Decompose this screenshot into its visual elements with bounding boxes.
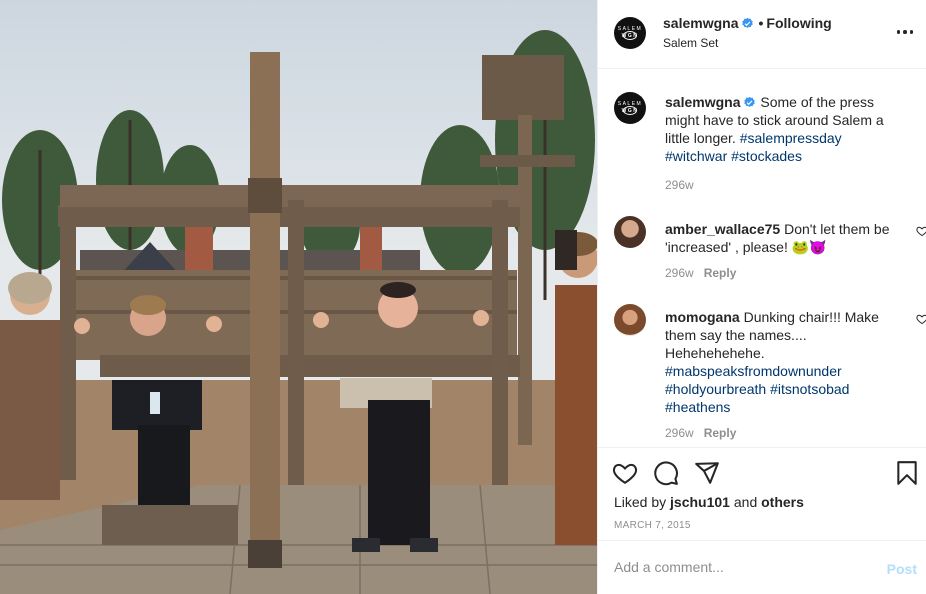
caption-timestamp[interactable]: 296w [665,178,694,192]
heart-icon[interactable] [612,460,638,486]
heart-icon[interactable] [916,225,926,237]
reply-button[interactable]: Reply [704,266,737,280]
location-link[interactable]: Salem Set [663,36,718,50]
caption: SALEM WGN salemwgna Some of the press mi… [614,92,914,202]
caption-text: salemwgna Some of the press might have t… [665,93,905,165]
bookmark-icon[interactable] [894,460,920,486]
post-date[interactable]: MARCH 7, 2015 [614,520,691,531]
comment-timestamp[interactable]: 296w [665,426,694,440]
avatar[interactable]: SALEM WGN [614,92,646,124]
hashtag-link[interactable]: #stockades [731,148,802,164]
hashtag-link[interactable]: #witchwar [665,148,727,164]
post-side-panel: SALEM WGN salemwgna • Following Salem Set … [597,0,926,594]
verified-badge-icon [742,17,754,28]
verified-badge-icon [744,96,756,107]
avatar[interactable] [614,216,646,248]
hashtag-link[interactable]: #heathens [665,399,730,415]
avatar[interactable] [614,304,646,336]
logo-text: WGN [621,33,639,39]
post-comment-button[interactable]: Post [887,561,917,577]
username-link[interactable]: salemwgna [665,94,740,110]
liked-by-and: and [733,494,758,510]
comment-text: amber_wallace75 Don't let them be 'incre… [665,220,905,256]
reply-button[interactable]: Reply [704,426,737,440]
comment-text: momogana Dunking chair!!! Make them say … [665,308,905,416]
logo-text: WGN [621,108,639,114]
avatar[interactable]: SALEM WGN [614,17,646,49]
add-comment-bar: Post [598,540,926,594]
liked-by-user-link[interactable]: jschu101 [670,494,730,510]
following-button[interactable]: Following [766,15,831,31]
header-user-line: salemwgna • Following [663,15,832,31]
comments-section: SALEM WGN salemwgna Some of the press mi… [598,69,926,447]
comment-meta: 296w Reply [665,426,736,440]
heart-icon[interactable] [916,313,926,325]
username-link[interactable]: momogana [665,309,740,325]
share-icon[interactable] [694,460,720,486]
comment-meta: 296w Reply [665,266,736,280]
separator-dot: • [758,15,764,31]
hashtag-link[interactable]: #itsnotsobad [770,381,849,397]
hashtag-link[interactable]: #holdyourbreath [665,381,766,397]
post-header: SALEM WGN salemwgna • Following Salem Set [598,0,926,69]
liked-by-text: Liked by jschu101 and others [614,494,804,510]
liked-by-prefix: Liked by [614,494,667,510]
post-photo[interactable] [0,0,597,594]
comment-item: momogana Dunking chair!!! Make them say … [614,304,926,444]
comment-icon[interactable] [653,460,679,486]
add-comment-input[interactable] [614,555,854,579]
more-options-icon[interactable] [893,20,917,44]
username-link[interactable]: salemwgna [663,15,738,31]
username-link[interactable]: amber_wallace75 [665,221,780,237]
stockade-scene-image [0,30,597,594]
liked-by-others-link[interactable]: others [761,494,804,510]
hashtag-link[interactable]: #mabspeaksfromdownunder [665,363,842,379]
hashtag-link[interactable]: #salempressday [740,130,842,146]
comment-timestamp[interactable]: 296w [665,266,694,280]
comment-item: amber_wallace75 Don't let them be 'incre… [614,216,926,286]
